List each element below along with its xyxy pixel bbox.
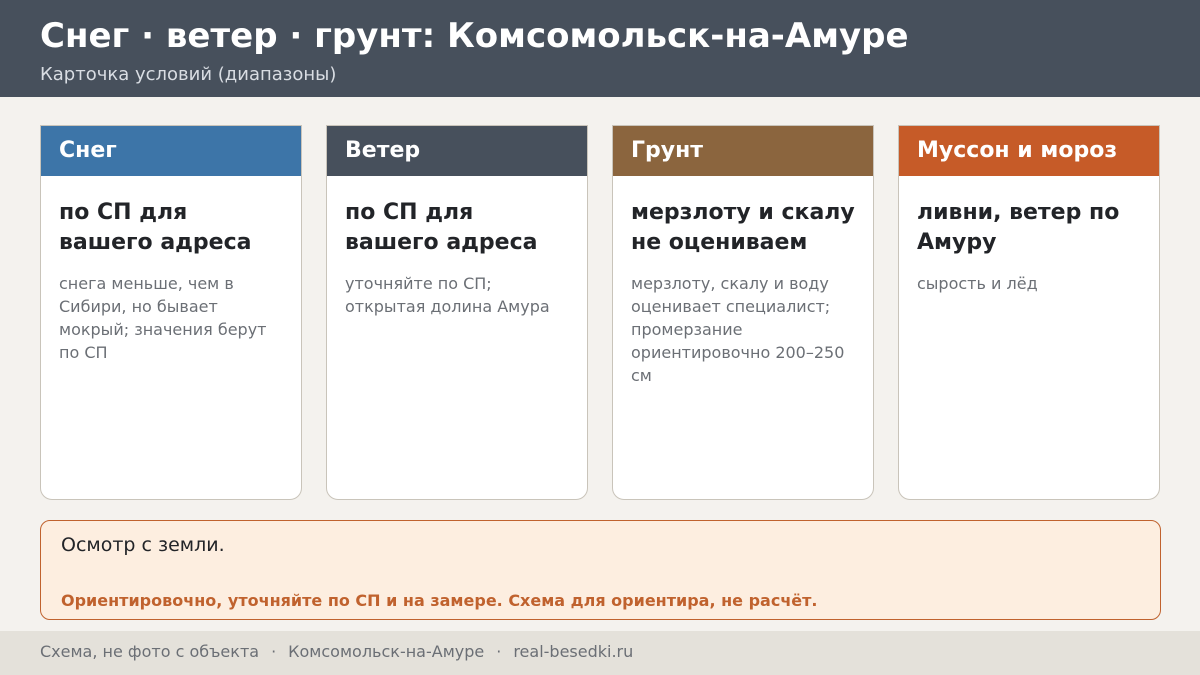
footer-city: Комсомольск-на-Амуре bbox=[288, 642, 485, 661]
card-note: снега меньше, чем в Сибири, но бывает мо… bbox=[59, 274, 267, 362]
card-wind: Ветер по СП для вашего адреса уточняйте … bbox=[326, 125, 588, 500]
card-note: уточняйте по СП; открытая долина Амура bbox=[345, 274, 550, 316]
footer-bar: Схема, не фото с объекта · Комсомольск-на-… bbox=[0, 631, 1200, 675]
card-main-value: мерзлоту и скалу не оцениваем bbox=[631, 200, 855, 255]
card-monsoon-frost: Муссон и мороз ливни, ветер по Амуру сыр… bbox=[898, 125, 1160, 500]
card-header: Муссон и мороз bbox=[899, 126, 1159, 176]
card-note: сырость и лёд bbox=[917, 274, 1038, 293]
footer-text: Схема, не фото с объекта · Комсомольск-на-… bbox=[40, 641, 633, 663]
card-note: мерзлоту, скалу и воду оценивает специал… bbox=[631, 274, 845, 385]
notice-box: Осмотр с земли. Ориентировочно, уточняйт… bbox=[40, 520, 1161, 620]
footer-separator: · bbox=[271, 642, 277, 661]
card-header: Грунт bbox=[613, 126, 873, 176]
card-snow: Снег по СП для вашего адреса снега меньш… bbox=[40, 125, 302, 500]
card-header: Снег bbox=[41, 126, 301, 176]
card-main-value: по СП для вашего адреса bbox=[345, 200, 538, 255]
footer-separator: · bbox=[496, 642, 502, 661]
card-ground: Грунт мерзлоту и скалу не оцениваем мерз… bbox=[612, 125, 874, 500]
header-bar: Снег · ветер · грунт: Комсомольск-на-Аму… bbox=[0, 0, 1200, 97]
notice-warning: Ориентировочно, уточняйте по СП и на зам… bbox=[61, 591, 818, 610]
card-main-value: ливни, ветер по Амуру bbox=[917, 200, 1120, 255]
card-header: Ветер bbox=[327, 126, 587, 176]
card-main-value: по СП для вашего адреса bbox=[59, 200, 252, 255]
page-title: Снег · ветер · грунт: Комсомольск-на-Аму… bbox=[40, 16, 909, 56]
footer-site-link[interactable]: real-besedki.ru bbox=[513, 642, 633, 661]
notice-text: Осмотр с земли. bbox=[61, 534, 225, 556]
page-subtitle: Карточка условий (диапазоны) bbox=[40, 64, 337, 85]
footer-caption: Схема, не фото с объекта bbox=[40, 642, 260, 661]
